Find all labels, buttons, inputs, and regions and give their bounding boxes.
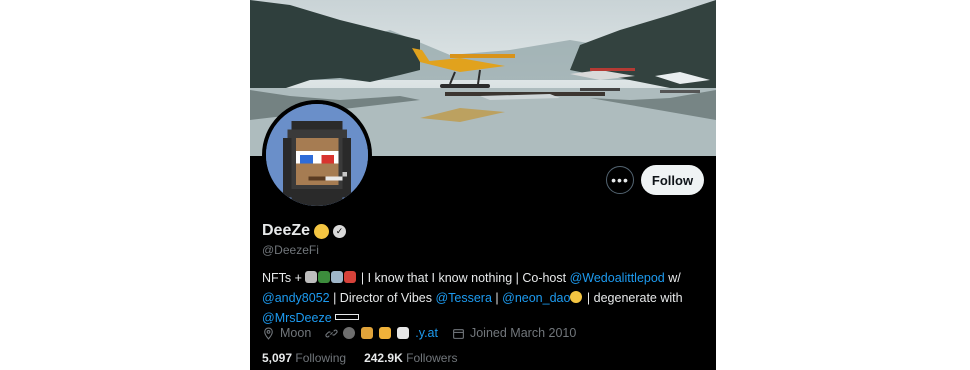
bio-text: | Director of Vibes	[329, 291, 436, 305]
profile-meta: Moon .y.at Joined March 2010	[262, 326, 576, 340]
bio-text: |	[491, 291, 503, 305]
bio-text: NFTs +	[262, 271, 306, 285]
profile-avatar[interactable]	[262, 100, 372, 210]
website-link[interactable]: .y.at	[415, 326, 438, 340]
joined-item: Joined March 2010	[452, 326, 576, 340]
more-options-button[interactable]: •••	[606, 166, 634, 194]
bio-text: | I know that I know nothing | Co-host	[357, 271, 570, 285]
mention-link[interactable]: @neon_dao	[502, 291, 570, 305]
location-text: Moon	[280, 326, 312, 340]
followers-stat[interactable]: 242.9K Followers	[364, 351, 457, 365]
calendar-icon	[453, 328, 464, 339]
followers-label: Followers	[406, 351, 458, 365]
display-name: DeeZe	[262, 222, 311, 239]
name-row: DeeZe ✓	[262, 222, 347, 240]
location-pin-icon	[264, 327, 273, 340]
mention-link[interactable]: @andy8052	[262, 291, 330, 305]
tree-emoji-icon	[318, 271, 331, 283]
punk-avatar-image	[266, 104, 368, 206]
more-icon: •••	[611, 172, 629, 188]
follow-button[interactable]: Follow	[641, 165, 704, 195]
link-icon	[325, 329, 338, 337]
pixel-glasses-icon	[335, 314, 360, 320]
location-item: Moon	[262, 326, 311, 340]
joined-text: Joined March 2010	[469, 326, 577, 340]
website-item: .y.at	[325, 326, 438, 340]
follow-stats: 5,097 Following 242.9K Followers	[262, 351, 457, 365]
bio-text: w/	[664, 271, 681, 285]
handshake-emoji-icon	[361, 327, 374, 339]
winking-face-emoji-icon	[570, 291, 583, 303]
mention-link[interactable]: @Wedoalittlepod	[570, 271, 665, 285]
alien-emoji-icon	[343, 327, 356, 339]
following-label: Following	[295, 351, 347, 365]
dash-emoji-icon	[331, 271, 344, 283]
profile-panel: ••• Follow DeeZe ✓ @DeezeFi NFTs + | I k…	[250, 0, 716, 370]
verified-icon: ✓	[333, 224, 347, 238]
sparkles-emoji-icon	[305, 271, 318, 283]
salute-emoji-icon	[314, 223, 330, 239]
profile-bio: NFTs + | I know that I know nothing | Co…	[262, 268, 702, 328]
flexed-bicep-emoji-icon	[379, 327, 392, 339]
mention-link[interactable]: @Tessera	[435, 291, 491, 305]
following-stat[interactable]: 5,097 Following	[262, 351, 346, 365]
bio-text: | degenerate with	[583, 291, 683, 305]
mushroom-emoji-icon	[344, 271, 357, 283]
mention-link[interactable]: @MrsDeeze	[262, 311, 332, 325]
following-count: 5,097	[262, 351, 293, 365]
chart-emoji-icon	[397, 327, 410, 339]
user-handle: @DeezeFi	[262, 243, 319, 257]
followers-count: 242.9K	[364, 351, 403, 365]
